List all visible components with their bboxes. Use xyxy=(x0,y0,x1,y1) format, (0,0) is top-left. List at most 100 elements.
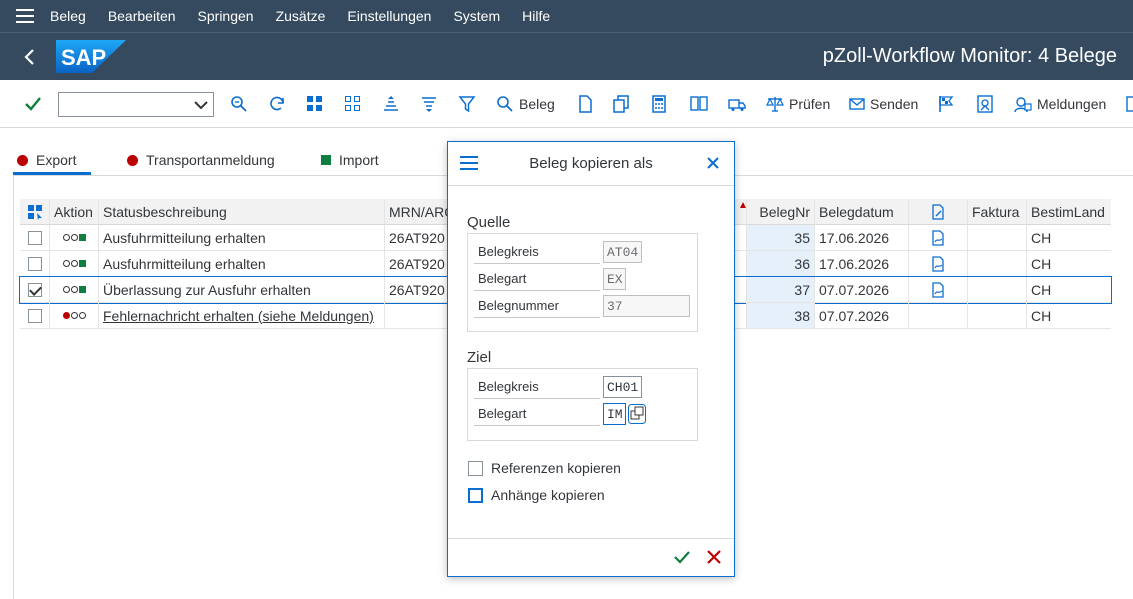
sort-descending-icon[interactable] xyxy=(420,92,438,116)
ziel-belegart-input[interactable]: IM xyxy=(603,403,626,425)
bestimland-cell: CH xyxy=(1027,303,1111,329)
document-cell xyxy=(909,303,968,329)
chevron-down-icon[interactable] xyxy=(193,97,209,113)
document-edit-icon xyxy=(932,203,944,220)
belegdatum-cell: 07.07.2026 xyxy=(815,277,909,303)
confirm-check-icon[interactable] xyxy=(674,549,690,565)
col-header-document[interactable] xyxy=(909,199,968,225)
col-header-faktura[interactable]: Faktura xyxy=(968,199,1027,225)
ziel-belegkreis-label: Belegkreis xyxy=(474,375,600,399)
aktion-cell xyxy=(50,225,99,251)
green-status-square-icon xyxy=(321,155,331,165)
document-pdf-icon[interactable] xyxy=(931,281,945,298)
col-header-status[interactable]: Statusbeschreibung xyxy=(99,199,385,225)
menu-icon[interactable] xyxy=(0,0,50,32)
col-header-belegnr[interactable]: BelegNr xyxy=(747,199,815,225)
col-header-bestimland[interactable]: BestimLand xyxy=(1027,199,1111,225)
status-lights-icon xyxy=(62,234,86,241)
select-all-icon[interactable] xyxy=(306,92,324,116)
anhaenge-label: Anhänge kopieren xyxy=(491,487,605,503)
command-field[interactable] xyxy=(58,92,214,117)
ziel-belegkreis-input[interactable]: CH01 xyxy=(603,376,642,398)
tab-import[interactable]: Import xyxy=(321,152,379,168)
close-icon[interactable] xyxy=(706,156,720,170)
selection-mode-icon[interactable] xyxy=(27,204,43,220)
red-status-dot-icon xyxy=(127,154,138,166)
anhaenge-checkbox-box[interactable] xyxy=(468,487,483,503)
select-all-cell[interactable] xyxy=(20,199,50,225)
col-header-belegdatum[interactable]: Belegdatum xyxy=(815,199,909,225)
aktion-cell xyxy=(50,277,99,303)
document-pdf-icon[interactable] xyxy=(931,229,945,246)
quelle-heading: Quelle xyxy=(467,214,511,231)
row-checkbox[interactable] xyxy=(27,308,42,323)
row-checkbox[interactable] xyxy=(27,256,42,271)
menu-item-hilfe[interactable]: Hilfe xyxy=(511,8,561,24)
document-cell[interactable] xyxy=(909,225,968,251)
col-header-aktion[interactable]: Aktion xyxy=(50,199,99,225)
zoom-icon[interactable] xyxy=(230,92,248,116)
status-lights-icon xyxy=(62,260,86,267)
dialog-footer xyxy=(448,538,734,576)
back-icon[interactable] xyxy=(18,45,42,69)
faktura-cell xyxy=(968,251,1027,277)
meldungen-button[interactable]: Meldungen xyxy=(1014,92,1106,116)
refresh-icon[interactable] xyxy=(268,92,286,116)
pruefen-button[interactable]: Prüfen xyxy=(766,92,830,116)
sort-indicator-icon xyxy=(740,202,746,208)
belegnr-cell: 38 xyxy=(747,303,815,329)
referenzen-checkbox-box[interactable] xyxy=(468,460,483,476)
status-link-cell[interactable]: Fehlernachricht erhalten (siehe Meldunge… xyxy=(99,303,385,329)
filter-icon[interactable] xyxy=(458,92,476,116)
truck-icon[interactable] xyxy=(728,92,746,116)
senden-button[interactable]: Senden xyxy=(849,92,918,116)
row-checkbox[interactable] xyxy=(27,230,42,245)
status-cell: Ausfuhrmitteilung erhalten xyxy=(99,251,385,277)
menu-item-beleg[interactable]: Beleg xyxy=(50,8,97,24)
row-select-cell[interactable] xyxy=(20,303,50,329)
tab-transport-label: Transportanmeldung xyxy=(146,152,275,168)
dialog-header: Beleg kopieren als xyxy=(448,142,734,186)
anhaenge-checkbox[interactable]: Anhänge kopieren xyxy=(468,487,605,503)
menu-item-zusaetze[interactable]: Zusätze xyxy=(265,8,337,24)
menu-item-einstellungen[interactable]: Einstellungen xyxy=(336,8,442,24)
book-icon[interactable] xyxy=(690,92,708,116)
tab-transportanmeldung[interactable]: Transportanmeldung xyxy=(127,152,275,168)
status-cell: Ausfuhrmitteilung erhalten xyxy=(99,225,385,251)
copy-document-icon[interactable] xyxy=(612,92,630,116)
sort-ascending-icon[interactable] xyxy=(382,92,400,116)
cancel-x-icon[interactable] xyxy=(706,549,722,565)
belegnr-cell: 37 xyxy=(747,277,815,303)
flag-icon[interactable] xyxy=(938,92,954,116)
svg-text:SAP: SAP xyxy=(61,45,106,70)
status-lights-icon xyxy=(62,286,86,293)
tab-export-label: Export xyxy=(36,152,77,168)
document-cell[interactable] xyxy=(909,277,968,303)
row-select-cell[interactable] xyxy=(20,251,50,277)
calculator-icon[interactable] xyxy=(650,92,668,116)
beleg-search-button[interactable]: Beleg xyxy=(496,92,555,116)
row-select-cell[interactable] xyxy=(20,277,50,303)
value-help-icon[interactable] xyxy=(628,404,646,424)
more-icon[interactable] xyxy=(1126,92,1133,116)
quelle-belegnummer-field: 37 xyxy=(603,295,690,317)
tab-export[interactable]: Export xyxy=(17,152,76,168)
col-header-mrn-label: MRN/ARC xyxy=(389,203,455,220)
attachment-icon[interactable] xyxy=(976,92,994,116)
new-document-icon[interactable] xyxy=(576,92,594,116)
document-cell[interactable] xyxy=(909,251,968,277)
status-cell: Überlassung zur Ausfuhr erhalten xyxy=(99,277,385,303)
document-pdf-icon[interactable] xyxy=(931,255,945,272)
menu-item-springen[interactable]: Springen xyxy=(187,8,265,24)
quelle-belegart-label: Belegart xyxy=(474,267,600,291)
menu-item-bearbeiten[interactable]: Bearbeiten xyxy=(97,8,187,24)
dialog-title: Beleg kopieren als xyxy=(529,155,653,172)
referenzen-checkbox[interactable]: Referenzen kopieren xyxy=(468,460,621,476)
menu-item-system[interactable]: System xyxy=(442,8,511,24)
pruefen-label: Prüfen xyxy=(789,96,831,112)
row-select-cell[interactable] xyxy=(20,225,50,251)
deselect-all-icon[interactable] xyxy=(344,92,362,116)
meldungen-label: Meldungen xyxy=(1037,96,1107,112)
row-checkbox-checked[interactable] xyxy=(27,282,42,297)
execute-check-icon[interactable] xyxy=(24,92,42,116)
